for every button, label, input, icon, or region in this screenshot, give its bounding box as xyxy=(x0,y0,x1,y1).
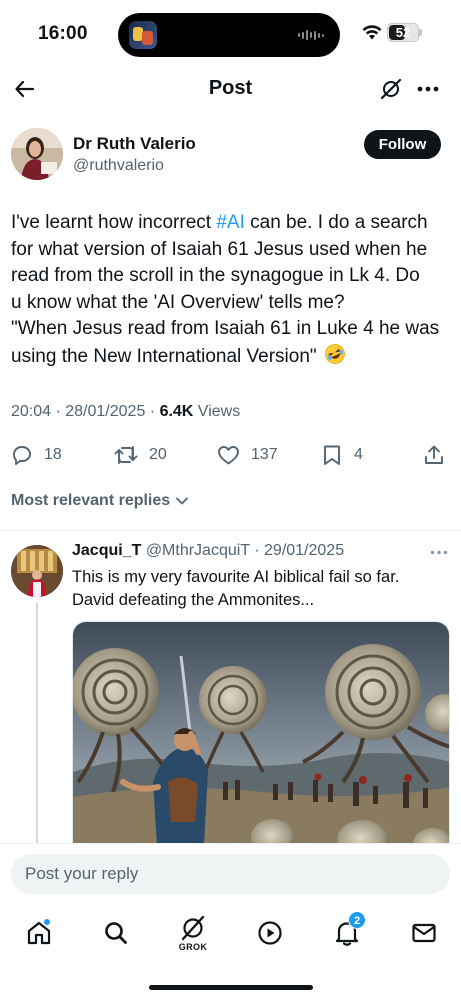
grok-icon xyxy=(380,78,402,100)
thread-line xyxy=(36,603,38,843)
repost-icon xyxy=(114,446,138,464)
reply-date: · 29/01/2025 xyxy=(249,542,345,559)
more-horizontal-icon xyxy=(430,550,448,554)
repost-button[interactable]: 20 xyxy=(113,440,167,470)
search-icon xyxy=(105,922,127,944)
heart-icon xyxy=(218,446,239,465)
chevron-down-icon xyxy=(176,497,189,505)
play-circle-icon xyxy=(258,921,282,945)
repost-count: 20 xyxy=(149,446,167,463)
wifi-icon xyxy=(362,25,382,40)
rofl-emoji-icon xyxy=(325,343,345,364)
status-time: 16:00 xyxy=(38,23,88,44)
reply-author-name[interactable]: Jacqui_T xyxy=(72,542,141,559)
reply-button[interactable]: 18 xyxy=(10,440,62,470)
divider xyxy=(0,530,461,531)
replies-sort-dropdown[interactable]: Most relevant replies xyxy=(11,492,190,510)
mail-icon xyxy=(412,923,436,943)
live-activity-app-icon xyxy=(129,21,157,49)
replies-sort-label: Most relevant replies xyxy=(11,492,171,509)
grok-button[interactable] xyxy=(378,76,404,102)
post-timestamp: 20:04 · 28/01/2025 · xyxy=(11,403,160,420)
author-avatar[interactable] xyxy=(11,128,63,180)
bookmark-icon xyxy=(324,445,340,465)
post-text-line: for what version of Isaiah 61 Jesus used… xyxy=(11,238,428,260)
dynamic-island[interactable] xyxy=(118,13,340,57)
reply-text: This is my very favourite AI biblical fa… xyxy=(72,566,452,611)
views-label: Views xyxy=(193,403,241,420)
reply-count: 18 xyxy=(44,446,62,463)
post-text-line: u know what the 'AI Overview' tells me? xyxy=(11,291,345,313)
post-text-line: read from the scroll in the synagogue in… xyxy=(11,265,420,286)
reply-text-line: David defeating the Ammonites... xyxy=(72,590,315,609)
post-text: I've learnt how incorrect #AI can be. I … xyxy=(11,210,456,370)
bookmark-button[interactable]: 4 xyxy=(320,440,363,470)
reply-avatar[interactable] xyxy=(11,545,63,597)
post-meta: 20:04 · 28/01/2025 · 6.4K Views xyxy=(11,403,240,421)
reply-text-line: This is my very favourite AI biblical fa… xyxy=(72,568,400,586)
audio-wave-icon xyxy=(298,30,324,40)
more-options-button[interactable] xyxy=(414,76,442,102)
battery-icon: 52 xyxy=(387,23,419,42)
like-button[interactable]: 137 xyxy=(216,440,278,470)
post-actions: 18 20 137 4 xyxy=(0,440,461,470)
tab-home[interactable] xyxy=(19,913,59,953)
hashtag-link[interactable]: #AI xyxy=(216,212,245,233)
grok-label: GROK xyxy=(178,941,208,952)
post-text-line: "When Jesus read from Isaiah 61 in Luke … xyxy=(11,318,440,339)
bookmark-count: 4 xyxy=(354,446,363,463)
reply-author-handle[interactable]: @MthrJacquiT xyxy=(146,542,250,559)
reply-header: Jacqui_T @MthrJacquiT · 29/01/2025 xyxy=(72,542,344,560)
home-indicator[interactable] xyxy=(149,985,313,990)
follow-button[interactable]: Follow xyxy=(364,130,441,159)
like-count: 137 xyxy=(251,446,278,463)
author-handle[interactable]: @ruthvalerio xyxy=(73,157,164,175)
reply-image[interactable] xyxy=(72,621,450,861)
tab-bar: GROK 2 xyxy=(0,903,461,1000)
tab-messages[interactable] xyxy=(404,913,444,953)
reply-input[interactable] xyxy=(11,854,450,894)
more-horizontal-icon xyxy=(417,86,439,92)
views-count[interactable]: 6.4K xyxy=(160,403,194,420)
tab-grok[interactable]: GROK xyxy=(173,913,213,953)
share-icon xyxy=(425,445,443,464)
tab-notifications[interactable]: 2 xyxy=(327,911,367,953)
post-text-line: I've learnt how incorrect #AI can be. I … xyxy=(11,212,428,233)
battery-level: 52 xyxy=(395,25,411,40)
nav-header: Post xyxy=(0,64,461,114)
tab-video[interactable] xyxy=(250,913,290,953)
reply-more-button[interactable] xyxy=(428,545,450,559)
author-name[interactable]: Dr Ruth Valerio xyxy=(73,134,196,154)
post-text-line: using the New International Version" xyxy=(11,343,456,371)
home-unread-dot xyxy=(43,918,51,926)
grok-icon xyxy=(181,915,205,940)
status-bar: 16:00 52 xyxy=(0,0,461,64)
reply-composer xyxy=(0,843,461,903)
share-button[interactable] xyxy=(422,440,446,470)
tab-search[interactable] xyxy=(96,913,136,953)
reply-icon xyxy=(13,446,31,465)
notifications-badge: 2 xyxy=(348,911,366,929)
